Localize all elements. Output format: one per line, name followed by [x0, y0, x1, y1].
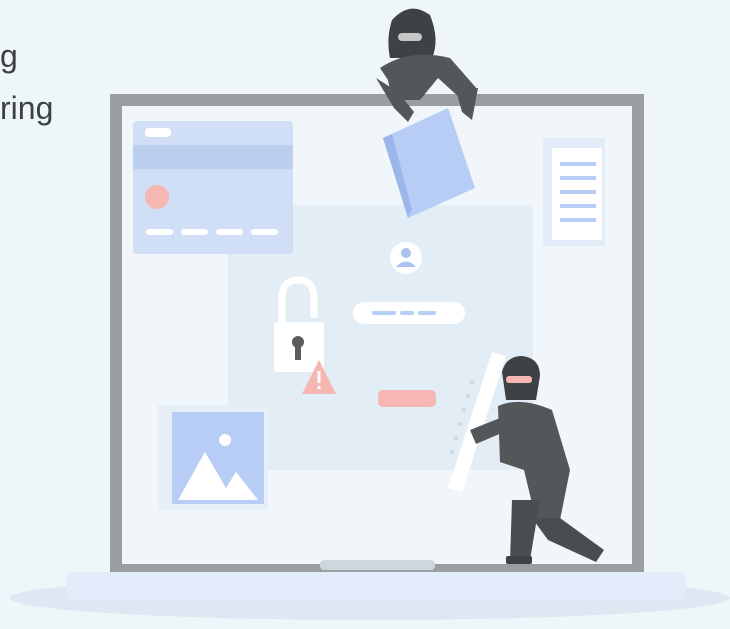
- security-breach-illustration: [10, 8, 730, 620]
- user-avatar-icon: [390, 242, 422, 274]
- image-placeholder-icon: [158, 405, 268, 510]
- login-button-graphic: [378, 390, 436, 407]
- username-field: [353, 302, 465, 324]
- credit-card-icon: [133, 121, 293, 254]
- document-icon: [543, 138, 605, 246]
